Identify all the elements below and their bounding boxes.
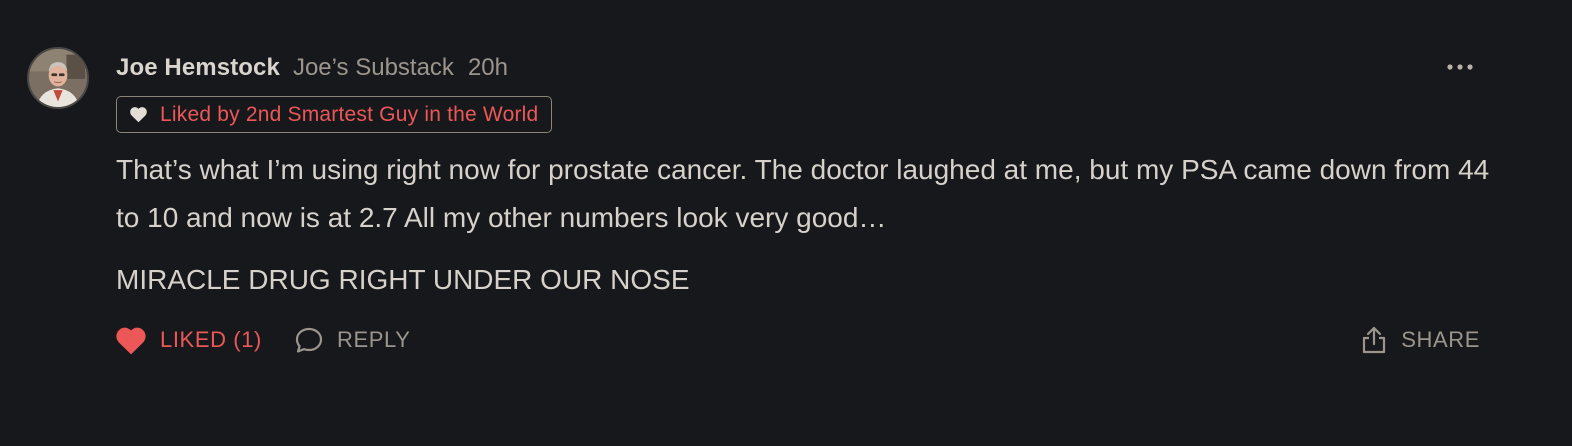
ellipsis-icon (1447, 64, 1473, 70)
reply-label: REPLY (336, 327, 411, 352)
heart-filled-icon (116, 327, 146, 354)
share-button[interactable]: SHARE (1360, 325, 1480, 355)
comment: Joe Hemstock Joe’s Substack 20h Liked by… (0, 0, 1572, 446)
more-options-button[interactable] (1442, 56, 1478, 78)
comment-body: That’s what I’m using right now for pros… (116, 146, 1496, 304)
publication-name[interactable]: Joe’s Substack (293, 54, 454, 82)
like-button[interactable]: LIKED (1) (115, 326, 262, 355)
comment-paragraph: MIRACLE DRUG RIGHT UNDER OUR NOSE (116, 264, 690, 295)
avatar-photo-icon (29, 49, 87, 107)
share-upload-icon (1363, 326, 1386, 354)
comment-actions: LIKED (1) REPLY SHARE (115, 320, 1480, 360)
reply-button[interactable]: REPLY (294, 326, 411, 354)
like-label: LIKED (1) (160, 327, 262, 352)
timestamp[interactable]: 20h (468, 54, 508, 82)
liked-by-text: Liked by 2nd Smartest Guy in the World (160, 102, 539, 126)
avatar[interactable] (27, 47, 89, 109)
speech-bubble-icon (295, 327, 323, 353)
comment-paragraph: That’s what I’m using right now for pros… (116, 154, 1490, 233)
liked-by-badge: Liked by 2nd Smartest Guy in the World (116, 96, 553, 133)
heart-icon (129, 106, 148, 123)
comment-header: Joe Hemstock Joe’s Substack 20h (116, 54, 508, 86)
author-name[interactable]: Joe Hemstock (116, 54, 280, 82)
share-label: SHARE (1401, 327, 1480, 352)
